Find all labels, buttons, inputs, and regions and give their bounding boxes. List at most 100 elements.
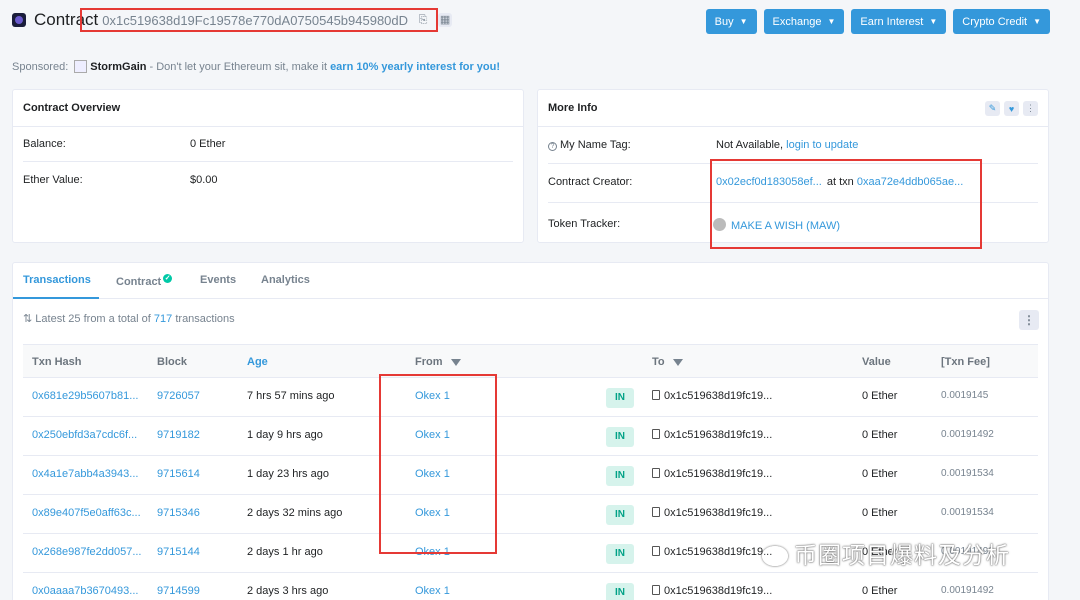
- sponsor-link[interactable]: earn 10% yearly interest for you!: [330, 61, 500, 73]
- sponsor-name[interactable]: StormGain: [90, 61, 146, 73]
- from-link[interactable]: Okex 1: [415, 390, 450, 402]
- creator-address-link[interactable]: 0x02ecf0d183058ef...: [716, 176, 822, 188]
- contract-doc-icon: [652, 585, 660, 595]
- block-link[interactable]: 9715346: [157, 507, 200, 519]
- tab-analytics[interactable]: Analytics: [261, 274, 310, 286]
- balance-value: 0 Ether: [190, 138, 226, 150]
- heart-icon[interactable]: ♥: [1004, 101, 1019, 116]
- fee-cell: 0.0019145: [941, 390, 989, 401]
- chevron-down-icon: ▼: [929, 17, 938, 26]
- table-row: 0x89e407f5e0aff63c... 9715346 2 days 32 mi…: [23, 495, 1038, 534]
- value-cell: 0 Ether: [862, 585, 898, 597]
- edit-icon[interactable]: ✎: [985, 101, 1000, 116]
- page-title: Contract: [34, 10, 99, 29]
- from-link[interactable]: Okex 1: [415, 429, 450, 441]
- txn-hash-link[interactable]: 0x0aaaa7b3670493...: [32, 585, 138, 597]
- help-icon: ?: [548, 142, 557, 151]
- fee-cell: 0.00191534: [941, 468, 994, 479]
- value-cell: 0 Ether: [862, 468, 898, 480]
- direction-badge: IN: [606, 466, 634, 486]
- tab-events[interactable]: Events: [200, 274, 236, 286]
- token-tracker-link[interactable]: MAKE A WISH (MAW): [731, 220, 840, 232]
- to-cell: 0x1c519638d19fc19...: [652, 468, 772, 480]
- more-info-actions: ✎ ♥ ⋮: [985, 101, 1038, 116]
- age-cell: 2 days 1 hr ago: [247, 546, 323, 558]
- txn-hash-link[interactable]: 0x250ebfd3a7cdc6f...: [32, 429, 137, 441]
- token-icon: [713, 218, 726, 231]
- contract-creator-label: Contract Creator:: [548, 176, 633, 188]
- more-options-button[interactable]: ⋮: [1019, 310, 1039, 330]
- contract-doc-icon: [652, 429, 660, 439]
- from-link[interactable]: Okex 1: [415, 468, 450, 480]
- login-link[interactable]: login to update: [786, 139, 858, 151]
- name-tag-label: ? My Name Tag:: [548, 139, 631, 151]
- th-age[interactable]: Age: [247, 356, 268, 368]
- ether-value: $0.00: [190, 174, 218, 186]
- divider: [23, 161, 513, 162]
- sponsor-label: Sponsored:: [12, 60, 69, 73]
- direction-badge: IN: [606, 544, 634, 564]
- contract-logo-icon: [12, 13, 26, 27]
- divider: [548, 202, 1038, 203]
- top-button-group: Buy ▼ Exchange ▼ Earn Interest ▼ Crypto Cre…: [705, 9, 1050, 34]
- wechat-icon: [762, 546, 788, 566]
- fee-cell: 0.00191492: [941, 429, 994, 440]
- age-cell: 2 days 32 mins ago: [247, 507, 343, 519]
- from-link[interactable]: Okex 1: [415, 546, 450, 558]
- ether-value-label: Ether Value:: [23, 174, 83, 186]
- fee-cell: 0.00191534: [941, 507, 994, 518]
- fee-cell: 0.00191492: [941, 585, 994, 596]
- sort-icon: ⇅: [23, 313, 33, 325]
- watermark: 币圈项目爆料及分析: [762, 536, 1010, 570]
- contract-address[interactable]: 0x1c519638d19Fc19578e770dA0750545b945980…: [102, 13, 408, 28]
- direction-badge: IN: [606, 427, 634, 447]
- qr-code-icon[interactable]: ▦: [438, 13, 453, 27]
- contract-doc-icon: [652, 546, 660, 556]
- earn-interest-button[interactable]: Earn Interest ▼: [851, 9, 947, 34]
- creator-at-text: at txn: [826, 176, 854, 188]
- sponsor-text: - Don't let your Ethereum sit, make it: [149, 60, 328, 73]
- contract-doc-icon: [652, 468, 660, 478]
- txn-hash-link[interactable]: 0x4a1e7abb4a3943...: [32, 468, 138, 480]
- txn-hash-link[interactable]: 0x681e29b5607b81...: [32, 390, 138, 402]
- th-to: To: [652, 356, 683, 368]
- block-link[interactable]: 9726057: [157, 390, 200, 402]
- table-row: 0x0aaaa7b3670493... 9714599 2 days 3 hrs a…: [23, 573, 1038, 600]
- from-link[interactable]: Okex 1: [415, 585, 450, 597]
- block-link[interactable]: 9715614: [157, 468, 200, 480]
- from-link[interactable]: Okex 1: [415, 507, 450, 519]
- th-txn-fee: [Txn Fee]: [941, 356, 990, 368]
- copy-icon[interactable]: ⎘: [416, 13, 430, 27]
- txn-hash-link[interactable]: 0x268e987fe2dd057...: [32, 546, 142, 558]
- more-vertical-icon[interactable]: ⋮: [1023, 101, 1038, 116]
- tab-contract[interactable]: Contract ✓: [116, 274, 173, 288]
- creator-txn-link[interactable]: 0xaa72e4ddb065ae...: [857, 176, 963, 188]
- name-tag-value: Not Available,: [716, 139, 784, 151]
- buy-button[interactable]: Buy ▼: [705, 9, 757, 34]
- table-row: 0x681e29b5607b81... 9726057 7 hrs 57 mins …: [23, 378, 1038, 417]
- total-count-link[interactable]: 717: [154, 313, 172, 325]
- page-header: Contract 0x1c519638d19Fc19578e770dA07505…: [12, 9, 453, 31]
- block-link[interactable]: 9715144: [157, 546, 200, 558]
- to-cell: 0x1c519638d19fc19...: [652, 429, 772, 441]
- verified-check-icon: ✓: [163, 274, 173, 283]
- exchange-button[interactable]: Exchange ▼: [763, 9, 845, 34]
- contract-overview-card: Contract Overview Balance: 0 Ether Ether…: [12, 89, 524, 243]
- transactions-summary: ⇅ Latest 25 from a total of 717 transact…: [23, 313, 235, 325]
- balance-label: Balance:: [23, 138, 66, 150]
- sponsored-banner: Sponsored: StormGain - Don't let your Et…: [12, 60, 500, 73]
- filter-icon[interactable]: [672, 359, 683, 366]
- txn-hash-link[interactable]: 0x89e407f5e0aff63c...: [32, 507, 141, 519]
- th-value: Value: [862, 356, 891, 368]
- active-tab-indicator: [13, 297, 99, 299]
- age-cell: 2 days 3 hrs ago: [247, 585, 329, 597]
- to-cell: 0x1c519638d19fc19...: [652, 546, 772, 558]
- filter-icon[interactable]: [450, 359, 461, 366]
- direction-badge: IN: [606, 583, 634, 600]
- chevron-down-icon: ▼: [827, 17, 836, 26]
- tab-transactions[interactable]: Transactions: [23, 274, 91, 286]
- th-txn-hash: Txn Hash: [32, 356, 82, 368]
- crypto-credit-button[interactable]: Crypto Credit ▼: [953, 9, 1050, 34]
- block-link[interactable]: 9719182: [157, 429, 200, 441]
- block-link[interactable]: 9714599: [157, 585, 200, 597]
